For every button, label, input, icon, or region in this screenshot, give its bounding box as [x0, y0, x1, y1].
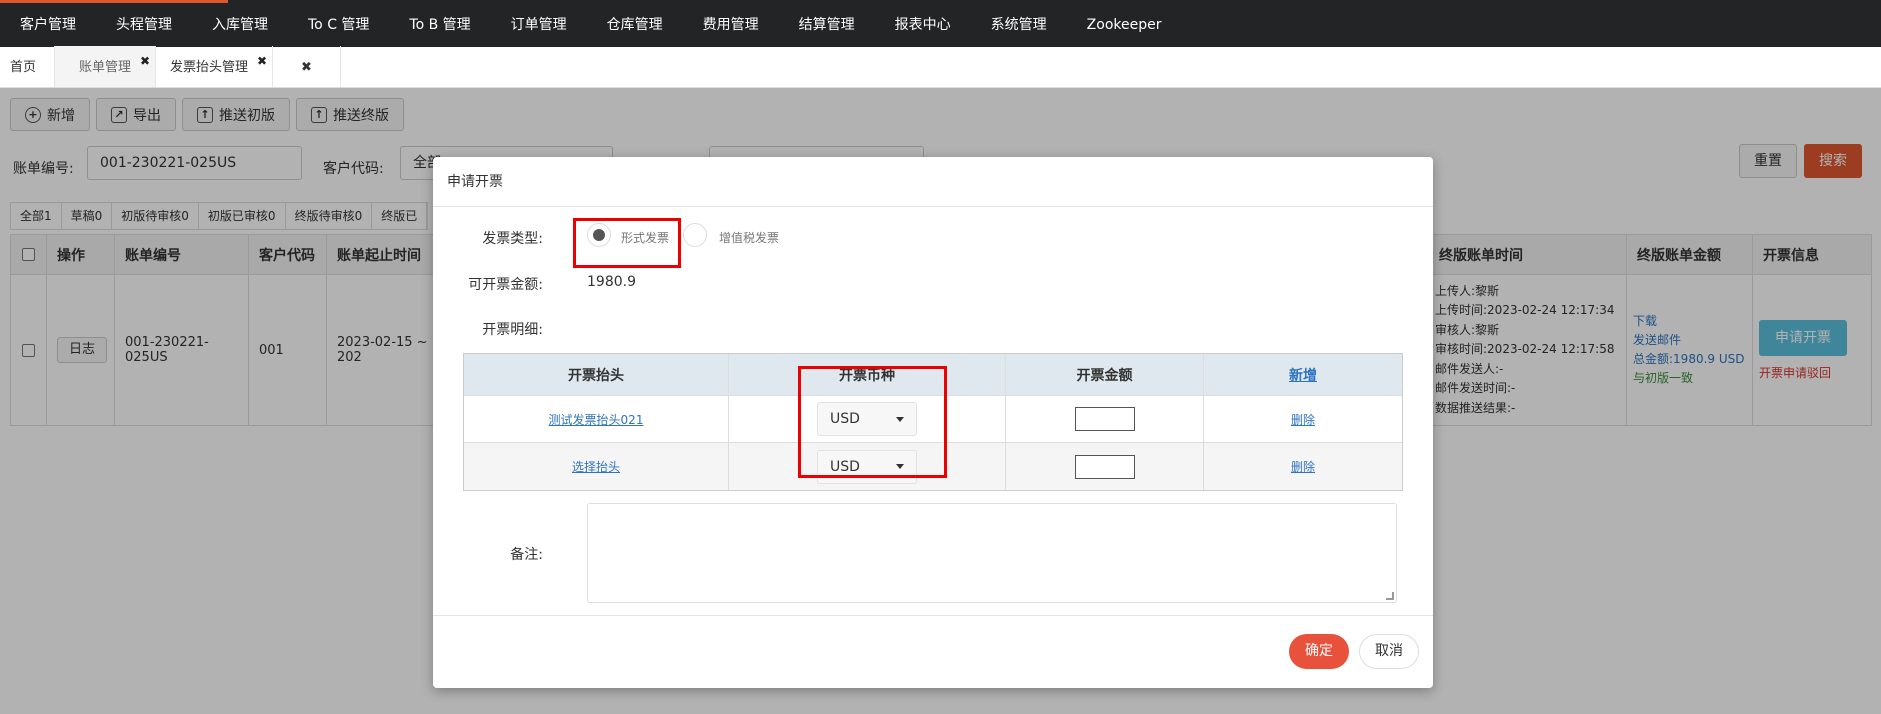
title-cell: 选择抬头: [464, 443, 729, 490]
amount-input[interactable]: [1074, 407, 1135, 431]
delete-row-link[interactable]: 删除: [1291, 411, 1315, 428]
available-amount-label: 可开票金额:: [468, 277, 543, 293]
header-add-cell: 新增: [1204, 354, 1402, 395]
cancel-button[interactable]: 取消: [1359, 634, 1419, 669]
nav-item-toc[interactable]: To C 管理: [288, 0, 389, 47]
amount-cell: [1006, 396, 1204, 442]
amount-cell: [1006, 443, 1204, 490]
close-icon[interactable]: ✖: [257, 55, 267, 67]
highlight-box: [573, 218, 681, 268]
remark-textarea[interactable]: [587, 503, 1397, 603]
tab-home[interactable]: 首页: [0, 46, 56, 87]
highlight-box: [798, 366, 947, 478]
resize-handle-icon[interactable]: [1386, 592, 1394, 600]
nav-item-reports[interactable]: 报表中心: [875, 0, 971, 47]
invoice-type-label: 发票类型:: [482, 231, 543, 247]
close-icon: ✖: [301, 60, 312, 75]
nav-item-inbound[interactable]: 入库管理: [192, 0, 288, 47]
delete-cell: 删除: [1204, 443, 1402, 490]
available-amount-value: 1980.9: [587, 274, 636, 290]
confirm-button[interactable]: 确定: [1289, 634, 1349, 669]
nav-item-orders[interactable]: 订单管理: [491, 0, 587, 47]
invoice-title-link[interactable]: 测试发票抬头021: [549, 411, 644, 428]
amount-input[interactable]: [1074, 454, 1135, 479]
vat-radio[interactable]: [683, 223, 707, 247]
apply-invoice-dialog: 申请开票 发票类型: 形式发票 增值税发票 可开票金额: 1980.9 开票明细…: [433, 157, 1433, 688]
detail-label: 开票明细:: [482, 322, 543, 338]
header-title: 开票抬头: [464, 354, 729, 395]
nav-item-system[interactable]: 系统管理: [971, 0, 1067, 47]
tab-label: 账单管理: [79, 60, 132, 75]
close-icon[interactable]: ✖: [140, 55, 150, 67]
tab-bill-management[interactable]: 账单管理 ✖: [55, 46, 157, 87]
nav-item-tob[interactable]: To B 管理: [389, 0, 490, 47]
dialog-title: 申请开票: [433, 157, 1433, 207]
nav-item-fees[interactable]: 费用管理: [683, 0, 779, 47]
close-all-tabs-button[interactable]: ✖: [273, 46, 341, 87]
nav-item-customer[interactable]: 客户管理: [0, 0, 96, 47]
nav-accent-bar: [0, 0, 228, 3]
select-title-link[interactable]: 选择抬头: [572, 458, 620, 475]
add-row-link[interactable]: 新增: [1289, 365, 1317, 385]
header-amount: 开票金额: [1006, 354, 1204, 395]
delete-row-link[interactable]: 删除: [1291, 458, 1315, 475]
tab-invoice-title-management[interactable]: 发票抬头管理 ✖: [156, 46, 274, 87]
tab-label: 首页: [10, 60, 37, 75]
nav-item-first-leg[interactable]: 头程管理: [96, 0, 192, 47]
nav-item-warehouse[interactable]: 仓库管理: [587, 0, 683, 47]
nav-item-settlement[interactable]: 结算管理: [779, 0, 875, 47]
top-nav: 客户管理 头程管理 入库管理 To C 管理 To B 管理 订单管理 仓库管理…: [0, 0, 1881, 47]
delete-cell: 删除: [1204, 396, 1402, 442]
nav-item-zookeeper[interactable]: Zookeeper: [1067, 0, 1182, 47]
remark-label: 备注:: [510, 547, 543, 563]
dialog-footer: 确定 取消: [433, 615, 1433, 688]
page-tabs: 首页 账单管理 ✖ 发票抬头管理 ✖ ✖: [0, 46, 1881, 88]
tab-label: 发票抬头管理: [170, 60, 249, 75]
vat-label[interactable]: 增值税发票: [719, 229, 779, 246]
title-cell: 测试发票抬头021: [464, 396, 729, 442]
